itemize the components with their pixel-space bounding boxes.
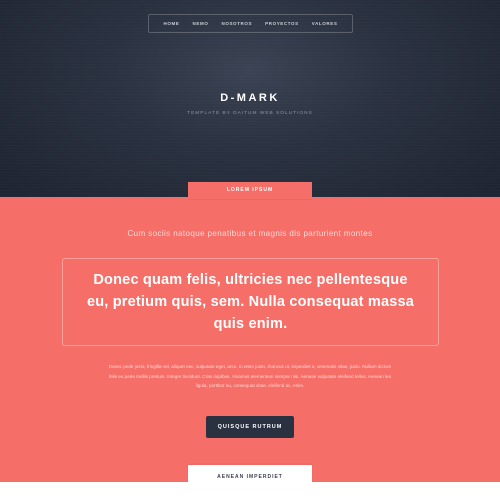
- quote-text: Donec quam felis, ultricies nec pellente…: [86, 272, 415, 332]
- nav-item-nemo[interactable]: Nemo: [193, 21, 209, 26]
- section-subtitle: Cum sociis natoque penatibus et magnis d…: [127, 229, 373, 238]
- main-nav: Home Nemo Nosotros Proyectos Valores: [148, 14, 353, 33]
- quisque-rutrum-button[interactable]: Quisque Rutrum: [206, 416, 294, 438]
- body-paragraph: Donec pede justo, fringilla vel, aliquet…: [108, 364, 392, 388]
- site-title: D-MARK: [220, 92, 280, 104]
- intro-section: [0, 197, 500, 500]
- nav-item-nosotros[interactable]: Nosotros: [222, 21, 253, 26]
- quote-box: Donec quam felis, ultricies nec pellente…: [62, 258, 439, 346]
- nav-item-valores[interactable]: Valores: [312, 21, 338, 26]
- section-tab-label: Lorem Ipsum: [188, 182, 312, 199]
- nav-item-home[interactable]: Home: [164, 21, 180, 26]
- hero-banner: Home Nemo Nosotros Proyectos Valores D-M…: [0, 0, 500, 197]
- site-tagline: Template by Daitum Web Solutions: [187, 111, 313, 116]
- nav-item-proyectos[interactable]: Proyectos: [265, 21, 299, 26]
- next-section-tab-label: Aenean Imperdiet: [188, 465, 312, 489]
